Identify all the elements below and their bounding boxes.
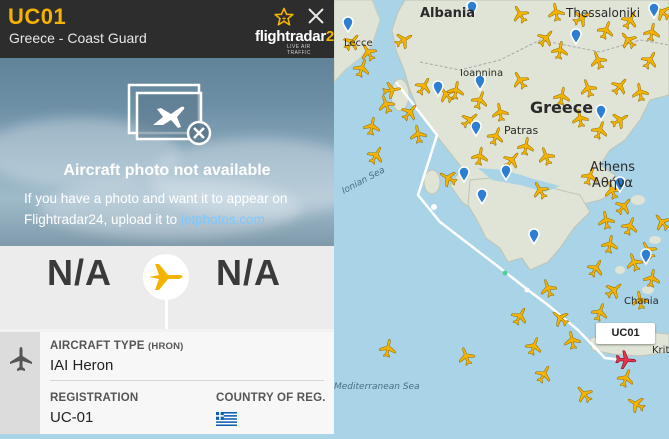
route-divider <box>165 300 168 329</box>
aircraft-type-label: AIRCRAFT TYPE (HRON) <box>50 340 184 352</box>
aircraft-type-icon <box>10 347 32 371</box>
map-label-albania: Albania <box>420 6 476 21</box>
flight-callsign: UC01 <box>8 4 67 29</box>
photo-upload-text: If you have a photo and want it to appea… <box>24 191 288 227</box>
destination-code[interactable]: N/A <box>216 252 281 294</box>
aircraft-info: AIRCRAFT TYPE (HRON) IAI Heron REGISTRAT… <box>40 332 334 434</box>
map-label-athens: Athens <box>590 160 636 175</box>
photo-unavailable-title: Aircraft photo not available <box>63 162 271 179</box>
aircraft-type-value: IAI Heron <box>50 357 114 374</box>
map-label-thessaloniki: Thessaloniki <box>566 6 641 20</box>
map-label-mediterranean: Mediterranean Sea <box>334 382 420 392</box>
aircraft-photo-placeholder: Aircraft photo not available If you have… <box>0 58 334 246</box>
track-point <box>431 204 437 210</box>
map-label-athens-greek: Αθήνα <box>592 176 633 191</box>
origin-code[interactable]: N/A <box>47 252 112 294</box>
map-label-ioannina: Ioannina <box>460 68 504 79</box>
track-point <box>524 287 530 293</box>
map-label-chania: Chania <box>624 296 659 307</box>
map-label-kriti: Kriti <box>652 345 669 356</box>
jetphotos-link[interactable]: jetphotos.com <box>181 212 265 227</box>
close-icon[interactable] <box>306 6 326 26</box>
route-bar: N/A N/A <box>0 246 334 329</box>
svg-text:+: + <box>282 16 286 23</box>
details-divider <box>50 380 324 381</box>
aircraft-section-icon-column <box>0 332 40 434</box>
track-point <box>502 270 508 276</box>
airplane-icon <box>149 264 183 290</box>
map-label-patras: Patras <box>504 124 539 137</box>
star-icon[interactable]: + <box>274 7 294 27</box>
route-plane-badge <box>143 254 189 300</box>
country-label: COUNTRY OF REG. <box>216 392 326 404</box>
map-label-greece: Greece <box>530 98 594 117</box>
greece-flag-icon <box>216 412 237 426</box>
flight-info-panel: UC01 Greece - Coast Guard + flightradar2… <box>0 0 334 434</box>
panel-header: UC01 Greece - Coast Guard + flightradar2… <box>0 0 334 58</box>
registration-label: REGISTRATION <box>50 392 139 404</box>
logo-tagline: LIVE AIR TRAFFIC <box>287 44 311 56</box>
flight-operator: Greece - Coast Guard <box>9 30 147 46</box>
flightradar-logo[interactable]: flightradar24 <box>255 28 334 45</box>
registration-value: UC-01 <box>50 409 94 426</box>
aircraft-details: AIRCRAFT TYPE (HRON) IAI Heron REGISTRAT… <box>0 332 334 434</box>
map-label-lecce: Lecce <box>344 38 373 49</box>
photo-placeholder-icon <box>127 83 212 146</box>
selected-flight-tag[interactable]: UC01 <box>596 323 655 344</box>
